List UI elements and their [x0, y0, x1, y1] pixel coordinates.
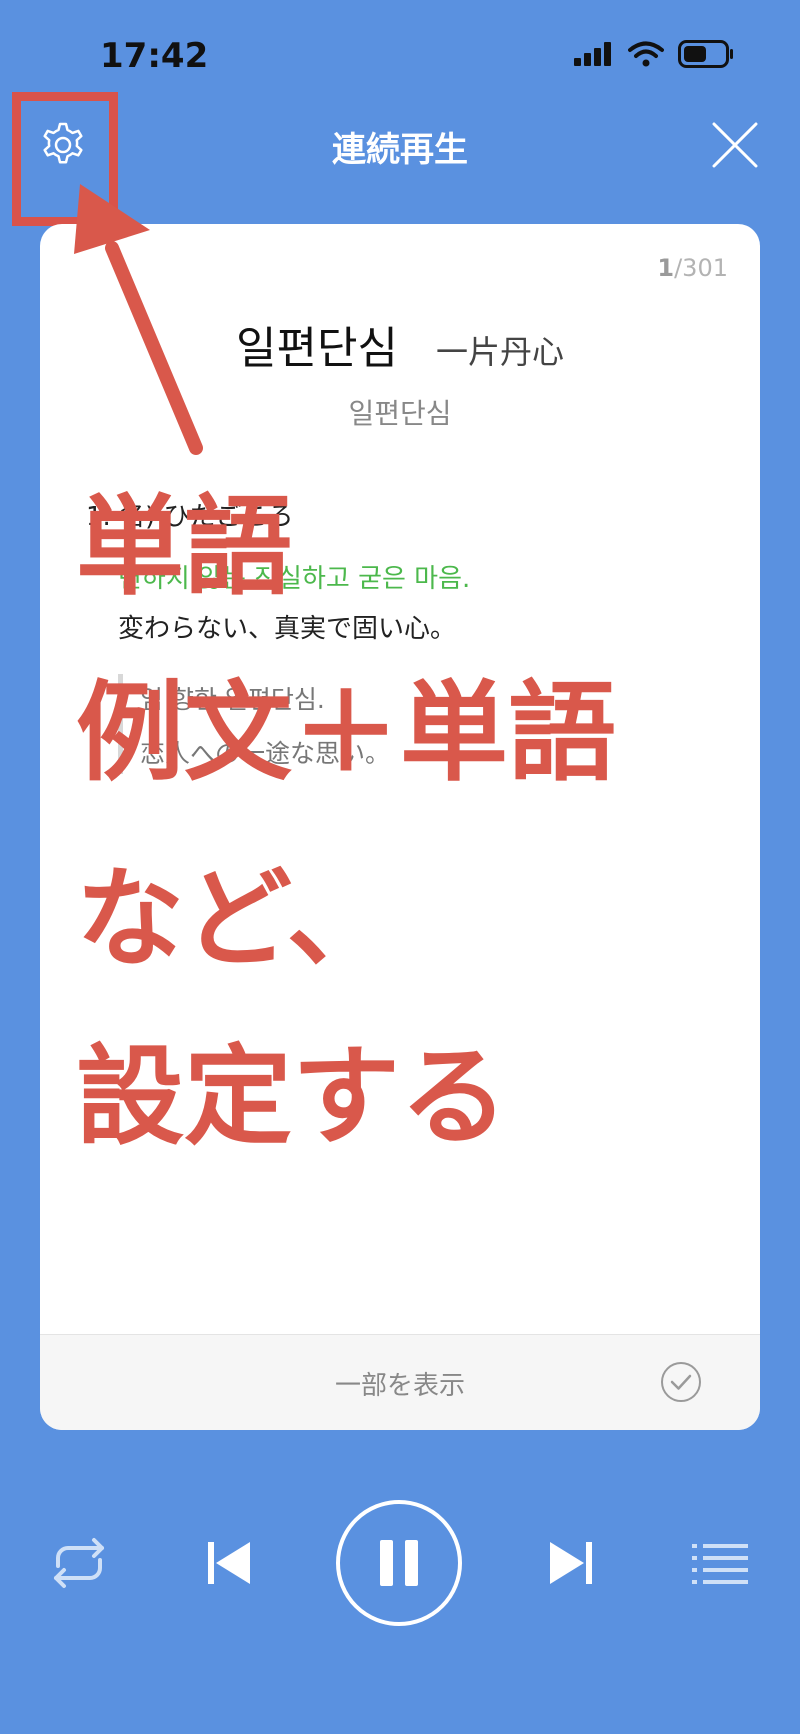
- repeat-icon: [54, 1538, 104, 1588]
- pause-button[interactable]: [336, 1500, 462, 1626]
- repeat-button[interactable]: [44, 1536, 114, 1590]
- list-icon: [692, 1544, 748, 1584]
- previous-button[interactable]: [206, 1540, 252, 1586]
- annotation-text-line1: 単語: [76, 485, 293, 610]
- annotation-text-line2: 例文＋単語: [76, 671, 617, 796]
- playlist-button[interactable]: [692, 1540, 748, 1586]
- pause-icon: [380, 1540, 418, 1586]
- next-button[interactable]: [548, 1540, 594, 1586]
- skip-next-icon: [550, 1542, 592, 1584]
- skip-previous-icon: [208, 1542, 250, 1584]
- annotation-text-line3: など、: [76, 857, 395, 982]
- annotation-text-line4: 設定する: [76, 1035, 509, 1160]
